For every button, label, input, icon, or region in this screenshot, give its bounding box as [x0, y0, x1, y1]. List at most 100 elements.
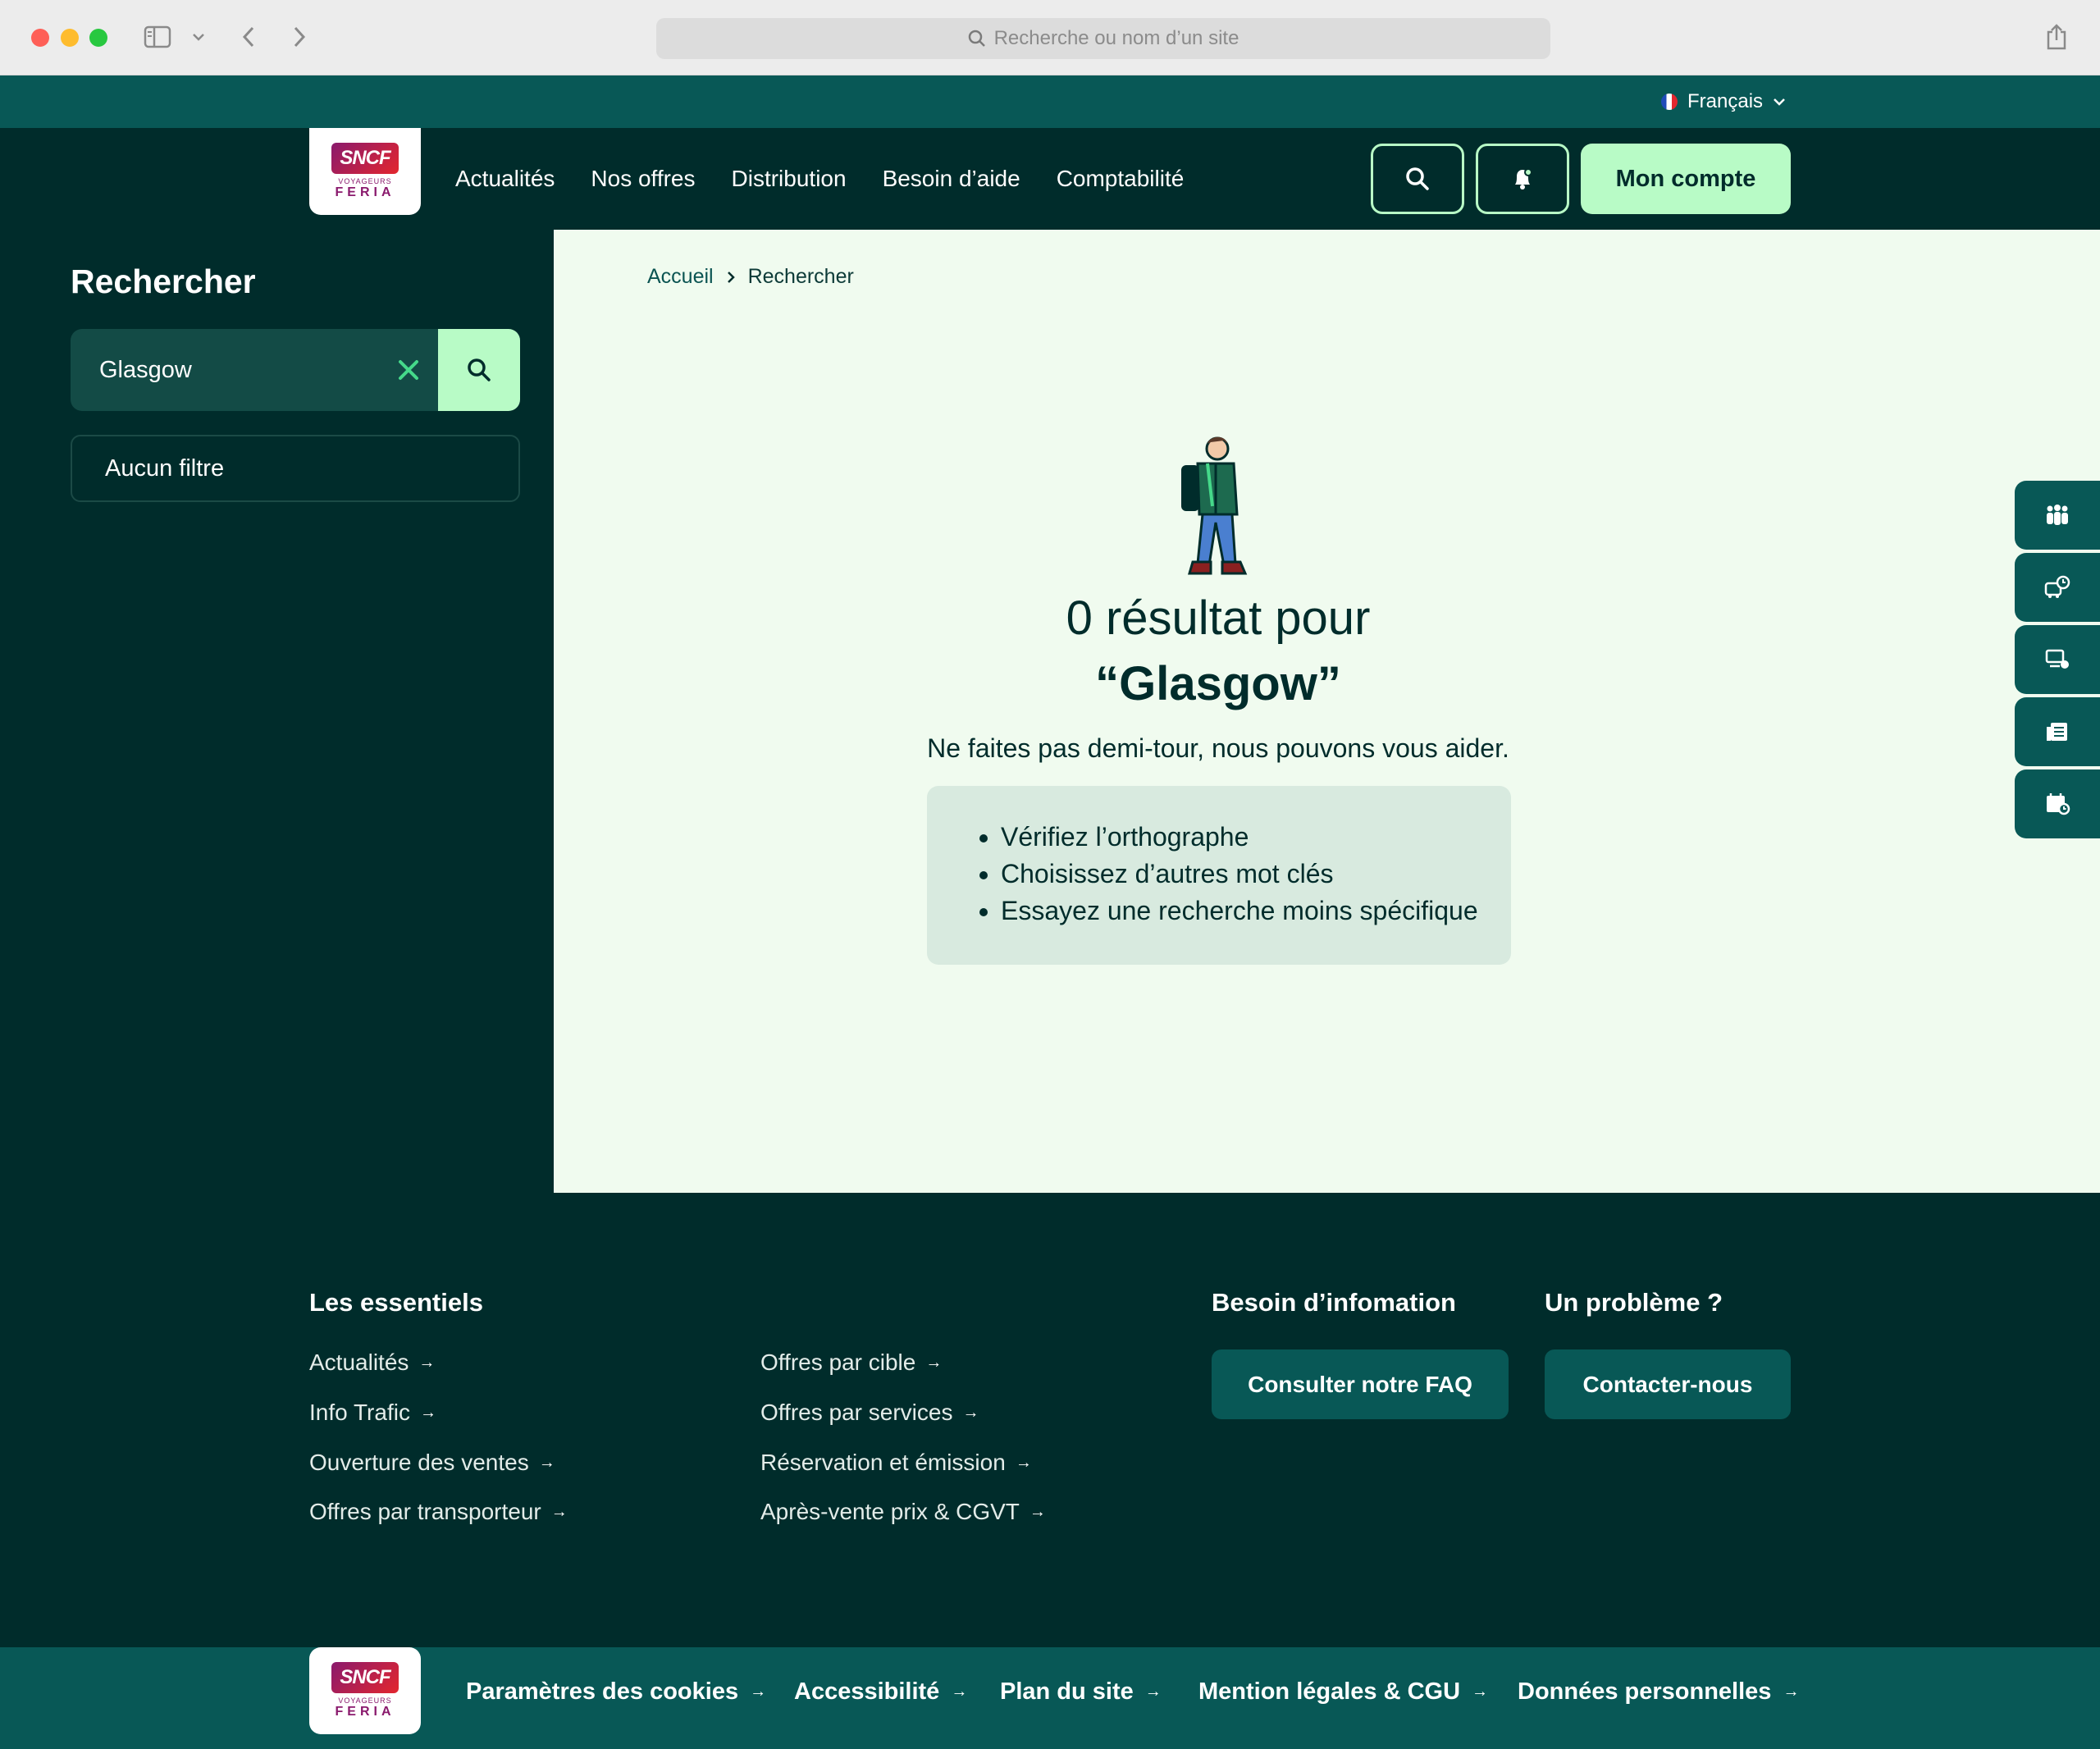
footer-link[interactable]: Offres par transporteur → — [309, 1499, 568, 1525]
search-icon — [968, 30, 985, 47]
arrow-right-icon: → — [538, 1453, 555, 1472]
logo-mark: SNCF — [331, 1662, 399, 1693]
tip-item: Vérifiez l’orthographe — [1001, 819, 1511, 856]
chevron-right-icon — [727, 271, 735, 283]
bottom-link-label: Plan du site — [1000, 1678, 1134, 1705]
my-account-button[interactable]: Mon compte — [1581, 144, 1791, 214]
footer-link-label: Ouverture des ventes — [309, 1450, 529, 1475]
tool-document-button[interactable] — [2015, 697, 2100, 766]
logo-line2: FERIA — [335, 1705, 395, 1719]
search-icon — [1406, 167, 1429, 190]
language-label: Français — [1687, 90, 1764, 112]
arrow-right-icon: → — [419, 1403, 436, 1422]
arrow-right-icon: → — [1029, 1502, 1046, 1521]
chevron-down-icon — [1774, 98, 1785, 106]
tool-computer-button[interactable] — [2015, 625, 2100, 694]
arrow-right-icon: → — [1783, 1683, 1800, 1701]
tool-calendar-button[interactable] — [2015, 769, 2100, 838]
chevron-down-icon[interactable] — [189, 18, 208, 56]
bottom-link-legal[interactable]: Mention légales & CGU → — [1198, 1678, 1488, 1706]
back-icon[interactable] — [236, 18, 261, 56]
quick-tools — [2015, 481, 2100, 842]
nav-distribution[interactable]: Distribution — [732, 166, 847, 192]
minimize-window-button[interactable] — [61, 29, 79, 47]
nav-comptabilite[interactable]: Comptabilité — [1057, 166, 1185, 192]
bottom-link-label: Données personnelles — [1518, 1678, 1772, 1705]
tip-item: Essayez une recherche moins spécifique — [1001, 893, 1511, 929]
search-value: Glasgow — [99, 356, 192, 383]
maximize-window-button[interactable] — [89, 29, 107, 47]
breadcrumb-current: Rechercher — [747, 265, 854, 288]
sidebar-toggle-icon[interactable] — [141, 18, 174, 56]
footer-link-label: Après-vente prix & CGVT — [760, 1499, 1020, 1524]
sncf-voyageurs-feria-logo[interactable]: SNCF VOYAGEURS FERIA — [309, 128, 421, 215]
french-flag-icon — [1661, 94, 1678, 110]
main-nav: Actualités Nos offres Distribution Besoi… — [455, 128, 1184, 230]
close-window-button[interactable] — [31, 29, 49, 47]
footer-link[interactable]: Info Trafic → — [309, 1400, 436, 1426]
address-bar[interactable]: Recherche ou nom d’un site — [656, 18, 1550, 59]
sncf-voyageurs-feria-logo[interactable]: SNCF VOYAGEURS FERIA — [309, 1647, 421, 1734]
arrow-right-icon: → — [1472, 1683, 1489, 1701]
nav-actualites[interactable]: Actualités — [455, 166, 555, 192]
nav-nos-offres[interactable]: Nos offres — [591, 166, 695, 192]
results-subtitle: Ne faites pas demi-tour, nous pouvons vo… — [927, 733, 1509, 763]
footer-link-label: Offres par cible — [760, 1349, 916, 1375]
arrow-right-icon: → — [750, 1683, 767, 1701]
footer-link[interactable]: Actualités → — [309, 1349, 435, 1376]
footer-link-label: Actualités — [309, 1349, 409, 1375]
breadcrumb-home[interactable]: Accueil — [647, 265, 714, 289]
arrow-right-icon: → — [925, 1353, 943, 1372]
logo-mark: SNCF — [331, 143, 399, 174]
sidebar-title: Rechercher — [71, 263, 256, 300]
search-input[interactable]: Glasgow — [71, 329, 438, 411]
document-icon — [2047, 723, 2067, 741]
forward-icon[interactable] — [287, 18, 312, 56]
footer-link[interactable]: Offres par cible → — [760, 1349, 942, 1376]
address-placeholder: Recherche ou nom d’un site — [993, 27, 1239, 49]
arrow-right-icon: → — [1015, 1453, 1032, 1472]
footer-link[interactable]: Offres par services → — [760, 1400, 979, 1426]
arrow-right-icon: → — [418, 1353, 436, 1372]
faq-button[interactable]: Consulter notre FAQ — [1212, 1349, 1509, 1419]
arrow-right-icon: → — [951, 1683, 968, 1701]
search-submit-button[interactable] — [438, 329, 520, 411]
share-icon[interactable] — [2043, 18, 2070, 56]
clear-search-icon[interactable] — [392, 354, 425, 386]
people-icon — [2047, 505, 2068, 525]
breadcrumb: Accueil Rechercher — [647, 265, 854, 289]
footer-info-title: Besoin d’infomation — [1212, 1288, 1456, 1317]
footer-link[interactable]: Réservation et émission → — [760, 1450, 1032, 1476]
arrow-right-icon: → — [550, 1502, 568, 1521]
results-query: “Glasgow” — [1095, 657, 1341, 710]
footer-link-label: Info Trafic — [309, 1400, 410, 1425]
notifications-button[interactable] — [1476, 144, 1569, 214]
footer-problem-title: Un problème ? — [1545, 1288, 1723, 1317]
footer-link-label: Offres par services — [760, 1400, 953, 1425]
bottom-link-cookies[interactable]: Paramètres des cookies → — [466, 1678, 766, 1706]
filter-dropdown[interactable]: Aucun filtre — [71, 435, 520, 502]
language-selector[interactable]: Français — [1661, 75, 1786, 128]
language-bar: Français — [0, 75, 2100, 128]
tool-bus-schedule-button[interactable] — [2015, 553, 2100, 622]
search-icon — [468, 358, 491, 381]
site-header: SNCF VOYAGEURS FERIA Actualités Nos offr… — [0, 128, 2100, 230]
sidebar-search-box: Glasgow — [71, 329, 520, 411]
results-title: 0 résultat pour — [1066, 591, 1371, 645]
bottom-link-accessibility[interactable]: Accessibilité → — [794, 1678, 967, 1706]
contact-button[interactable]: Contacter-nous — [1545, 1349, 1791, 1419]
walking-traveler-illustration — [1181, 436, 1248, 575]
bottom-link-label: Mention légales & CGU — [1198, 1678, 1461, 1705]
logo-line1: VOYAGEURS — [338, 177, 392, 185]
main-content: Accueil Rechercher 0 résultat pour “Glas… — [554, 230, 2100, 1193]
footer-essentials-title: Les essentiels — [309, 1288, 483, 1317]
footer-link[interactable]: Après-vente prix & CGVT → — [760, 1499, 1046, 1525]
bottom-link-sitemap[interactable]: Plan du site → — [1000, 1678, 1162, 1706]
header-search-button[interactable] — [1371, 144, 1464, 214]
footer-link[interactable]: Ouverture des ventes → — [309, 1450, 555, 1476]
nav-besoin-aide[interactable]: Besoin d’aide — [883, 166, 1020, 192]
bottom-link-privacy[interactable]: Données personnelles → — [1518, 1678, 1799, 1706]
arrow-right-icon: → — [962, 1403, 979, 1422]
logo-line2: FERIA — [335, 185, 395, 199]
tool-people-button[interactable] — [2015, 481, 2100, 550]
